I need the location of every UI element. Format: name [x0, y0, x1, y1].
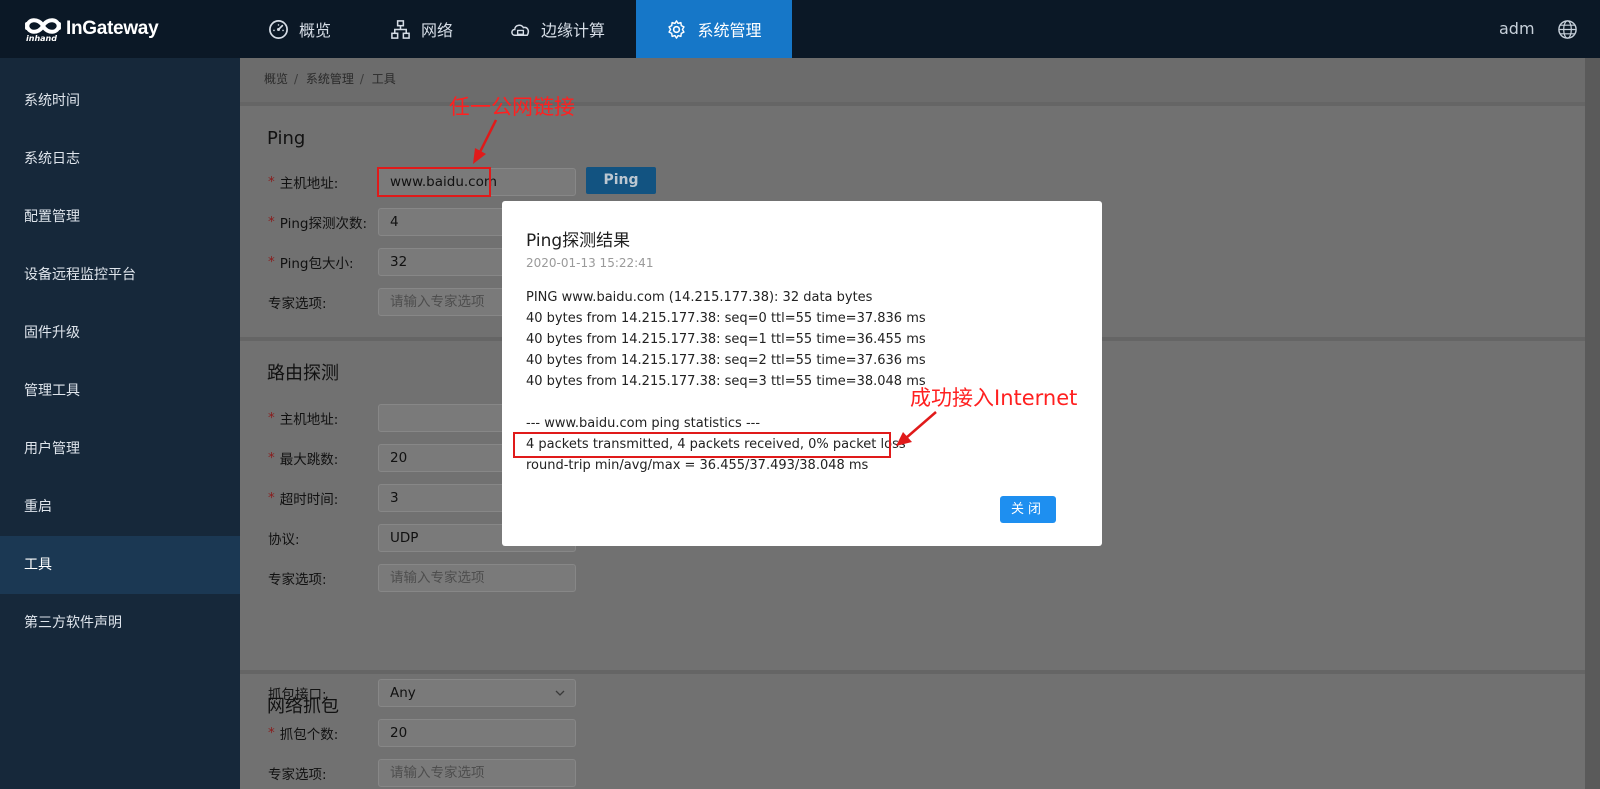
ping-host-label: * 主机地址:: [268, 174, 339, 192]
nav-system-label: 系统管理: [697, 21, 762, 40]
sidebar-item-reboot[interactable]: 重启: [0, 478, 240, 536]
sidebar-item-config-management[interactable]: 配置管理: [0, 188, 240, 246]
sidebar-item-management-tools[interactable]: 管理工具: [0, 362, 240, 420]
page-scrollbar[interactable]: [1585, 58, 1600, 789]
annotation-right-label: 成功接入Internet: [910, 386, 1078, 410]
output-line: PING www.baidu.com (14.215.177.38): 32 d…: [526, 290, 873, 305]
cloud-edge-icon: [511, 23, 530, 36]
breadcrumb-separator: /: [359, 72, 364, 86]
gear-icon: [668, 19, 686, 39]
sidebar-item-third-party-notice[interactable]: 第三方软件声明: [0, 594, 240, 652]
app-logo[interactable]: inhand InGateway: [24, 12, 160, 48]
ping-size-label: * Ping包大小:: [268, 254, 354, 272]
nav-edge-computing[interactable]: 边缘计算: [510, 0, 630, 58]
ping-count-label: * Ping探测次数:: [268, 214, 368, 232]
route-hops-label: * 最大跳数:: [268, 450, 339, 468]
logo-text: InGateway: [66, 18, 159, 39]
globe-icon[interactable]: [1557, 19, 1578, 40]
capture-count-input[interactable]: 20: [378, 719, 576, 747]
ping-expert-label: 专家选项:: [268, 296, 327, 312]
user-menu[interactable]: adm: [1499, 19, 1535, 38]
dialog-timestamp: 2020-01-13 15:22:41: [526, 256, 654, 270]
breadcrumb: 概览 / 系统管理 / 工具: [264, 70, 400, 87]
route-host-label: * 主机地址:: [268, 410, 339, 428]
top-navigation-bar: inhand InGateway 概览 网络 边缘计算 系统管理 adm: [0, 0, 1600, 58]
route-title: 路由探测: [267, 363, 339, 384]
annotation-top-label: 任一公网链接: [449, 95, 575, 119]
close-button[interactable]: 关闭: [1000, 496, 1056, 523]
nav-overview-label: 概览: [299, 21, 332, 40]
nav-edge-label: 边缘计算: [541, 21, 606, 40]
sidebar-item-system-log[interactable]: 系统日志: [0, 130, 240, 188]
dialog-title: Ping探测结果: [526, 231, 631, 251]
route-expert-input[interactable]: 请输入专家选项: [378, 564, 576, 592]
annotation-arrow-icon: [473, 119, 498, 164]
capture-iface-label: 抓包接口:: [268, 687, 327, 703]
sidebar-item-firmware-upgrade[interactable]: 固件升级: [0, 304, 240, 362]
sidebar-item-remote-monitoring[interactable]: 设备远程监控平台: [0, 246, 240, 304]
ping-result-dialog: Ping探测结果 2020-01-13 15:22:41 PING www.ba…: [502, 201, 1102, 546]
output-line: --- www.baidu.com ping statistics ---: [526, 416, 761, 431]
nav-network[interactable]: 网络: [390, 0, 480, 58]
nav-network-label: 网络: [421, 21, 454, 40]
sidebar-item-system-time[interactable]: 系统时间: [0, 72, 240, 130]
breadcrumb-overview[interactable]: 概览: [264, 72, 288, 86]
sidebar-item-tools[interactable]: 工具: [0, 536, 240, 594]
ping-title: Ping: [267, 128, 306, 149]
output-line: round-trip min/avg/max = 36.455/37.493/3…: [526, 458, 869, 473]
route-expert-label: 专家选项:: [268, 572, 327, 588]
capture-iface-value: Any: [390, 685, 416, 701]
annotation-host-highlight: [377, 167, 491, 197]
capture-iface-select[interactable]: Any: [378, 679, 576, 707]
logo-subtext: inhand: [26, 34, 57, 43]
breadcrumb-separator: /: [294, 72, 299, 86]
dashboard-icon: [269, 19, 288, 39]
breadcrumb-system-management[interactable]: 系统管理: [306, 72, 354, 86]
output-line: 40 bytes from 14.215.177.38: seq=1 ttl=5…: [526, 332, 926, 347]
route-timeout-label: * 超时时间:: [268, 490, 339, 508]
nav-overview[interactable]: 概览: [268, 0, 368, 58]
ping-button[interactable]: Ping: [586, 167, 656, 194]
sidebar-item-user-management[interactable]: 用户管理: [0, 420, 240, 478]
route-protocol-label: 协议:: [268, 532, 300, 548]
nav-system-management[interactable]: 系统管理: [636, 0, 792, 58]
capture-expert-label: 专家选项:: [268, 767, 327, 783]
output-line: 40 bytes from 14.215.177.38: seq=2 ttl=5…: [526, 353, 926, 368]
capture-count-label: * 抓包个数:: [268, 725, 339, 743]
annotation-packet-loss-highlight: [513, 432, 891, 458]
capture-expert-input[interactable]: 请输入专家选项: [378, 759, 576, 787]
breadcrumb-tools: 工具: [371, 72, 396, 86]
network-topology-icon: [391, 19, 410, 39]
output-line: 40 bytes from 14.215.177.38: seq=3 ttl=5…: [526, 374, 926, 389]
sidebar: 系统时间 系统日志 配置管理 设备远程监控平台 固件升级 管理工具 用户管理 重…: [0, 58, 240, 789]
chevron-down-icon: [555, 690, 565, 696]
annotation-arrow-icon: [896, 411, 937, 446]
output-line: 40 bytes from 14.215.177.38: seq=0 ttl=5…: [526, 311, 926, 326]
